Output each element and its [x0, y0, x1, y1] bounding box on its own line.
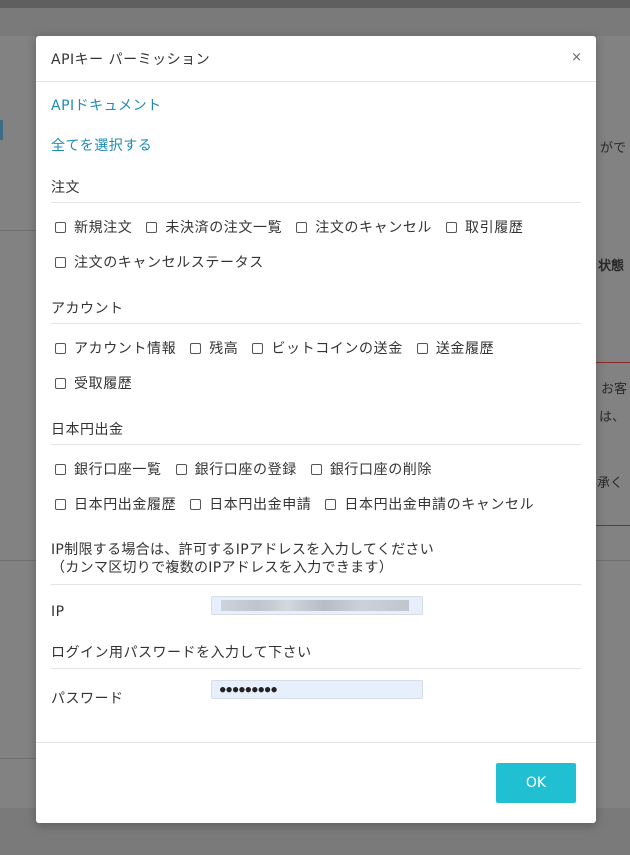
checkbox-label: 注文のキャンセルステータス — [74, 255, 264, 271]
section-divider — [51, 668, 581, 669]
section-divider — [51, 444, 581, 445]
checkbox-send-bitcoin[interactable]: ビットコインの送金 — [252, 338, 402, 358]
checkbox-box[interactable] — [416, 342, 428, 354]
checkbox-new-order[interactable]: 新規注文 — [55, 217, 132, 237]
checkbox-register-bank[interactable]: 銀行口座の登録 — [175, 459, 297, 479]
checkbox-box[interactable] — [55, 377, 66, 389]
background-text: 状態 — [598, 259, 625, 274]
checkbox-label: 取引履歴 — [465, 220, 524, 236]
checkbox-receive-history[interactable]: 受取履歴 — [55, 373, 132, 393]
background-text: は、 — [599, 410, 626, 425]
checkbox-label: 受取履歴 — [74, 376, 133, 392]
background-text: お客 — [601, 382, 628, 397]
checkbox-cancel-order[interactable]: 注文のキャンセル — [296, 217, 432, 237]
checkbox-row: アカウント情報 残高 ビットコインの送金 送金履歴 — [55, 338, 508, 358]
checkbox-label: 注文のキャンセル — [315, 220, 433, 236]
checkbox-label: 日本円出金申請のキャンセル — [344, 497, 535, 513]
checkbox-label: 未決済の注文一覧 — [165, 220, 283, 236]
checkbox-box[interactable] — [310, 463, 322, 475]
ip-label: IP — [51, 604, 65, 620]
checkbox-label: 新規注文 — [74, 220, 133, 236]
close-button[interactable]: × — [571, 50, 582, 66]
section-title-account: アカウント — [51, 301, 124, 317]
modal-header: APIキー パーミッション × — [36, 36, 596, 82]
ip-note-line: IP制限する場合は、許可するIPアドレスを入力してください — [51, 542, 435, 558]
checkbox-withdrawal-history[interactable]: 日本円出金履歴 — [55, 494, 176, 514]
modal-title: APIキー パーミッション — [51, 52, 211, 68]
modal-footer-divider — [36, 742, 596, 743]
checkbox-balance[interactable]: 残高 — [190, 338, 238, 358]
checkbox-row: 日本円出金履歴 日本円出金申請 日本円出金申請のキャンセル — [55, 494, 548, 514]
checkbox-box[interactable] — [55, 342, 66, 354]
background-divider — [0, 758, 36, 759]
checkbox-box[interactable] — [296, 221, 308, 233]
api-permission-modal: APIキー パーミッション × APIドキュメント 全てを選択する 注文 新規注… — [36, 36, 596, 823]
section-divider — [51, 202, 581, 203]
checkbox-box[interactable] — [55, 498, 66, 510]
checkbox-row: 受取履歴 — [55, 373, 146, 393]
checkbox-box[interactable] — [55, 463, 66, 475]
ip-note-line: （カンマ区切りで複数のIPアドレスを入力できます） — [51, 560, 394, 576]
section-divider — [51, 584, 581, 585]
section-title-order: 注文 — [51, 180, 80, 196]
checkbox-row: 銀行口座一覧 銀行口座の登録 銀行口座の削除 — [55, 459, 446, 479]
checkbox-label: 銀行口座一覧 — [74, 462, 162, 478]
checkbox-send-history[interactable]: 送金履歴 — [416, 338, 495, 358]
checkbox-row: 注文のキャンセルステータス — [55, 252, 278, 272]
checkbox-label: 日本円出金申請 — [209, 497, 312, 513]
checkbox-box[interactable] — [325, 498, 337, 510]
checkbox-box[interactable] — [190, 342, 202, 354]
section-divider — [51, 323, 581, 324]
checkbox-box[interactable] — [446, 221, 458, 233]
checkbox-open-orders[interactable]: 未決済の注文一覧 — [146, 217, 282, 237]
checkbox-box[interactable] — [55, 256, 66, 268]
checkbox-label: 日本円出金履歴 — [74, 497, 177, 513]
checkbox-label: 残高 — [209, 341, 239, 357]
select-all-link[interactable]: 全てを選択する — [51, 135, 152, 155]
checkbox-label: 送金履歴 — [435, 341, 495, 357]
checkbox-label: アカウント情報 — [74, 341, 177, 357]
checkbox-label: 銀行口座の削除 — [329, 462, 433, 478]
checkbox-box[interactable] — [55, 221, 66, 233]
background-text: 承く — [597, 476, 624, 491]
checkbox-row: 新規注文 未決済の注文一覧 注文のキャンセル 取引履歴 — [55, 217, 537, 237]
api-document-link[interactable]: APIドキュメント — [51, 95, 162, 115]
background-topbar — [0, 0, 630, 8]
checkbox-box[interactable] — [175, 463, 187, 475]
password-instruction: ログイン用パスワードを入力して下さい — [51, 645, 312, 661]
checkbox-cancel-withdrawal[interactable]: 日本円出金申請のキャンセル — [325, 494, 534, 514]
checkbox-bank-accounts[interactable]: 銀行口座一覧 — [55, 459, 162, 479]
checkbox-label: 銀行口座の登録 — [194, 462, 297, 478]
checkbox-cancel-status[interactable]: 注文のキャンセルステータス — [55, 252, 264, 272]
checkbox-box[interactable] — [252, 342, 264, 354]
ip-restriction-note: IP制限する場合は、許可するIPアドレスを入力してください （カンマ区切りで複数… — [51, 541, 434, 577]
background-left-rule — [0, 120, 3, 140]
password-input[interactable] — [211, 680, 423, 699]
checkbox-withdrawal-request[interactable]: 日本円出金申請 — [190, 494, 311, 514]
ip-input-blurred-value — [221, 600, 409, 611]
checkbox-box[interactable] — [146, 221, 158, 233]
checkbox-trade-history[interactable]: 取引履歴 — [446, 217, 523, 237]
password-label: パスワード — [51, 691, 124, 707]
ok-button[interactable]: OK — [496, 763, 576, 803]
checkbox-label: ビットコインの送金 — [271, 341, 403, 357]
background-text: がで — [600, 141, 627, 156]
background-divider — [0, 230, 36, 231]
checkbox-box[interactable] — [190, 498, 202, 510]
section-title-jpy-withdrawal: 日本円出金 — [51, 422, 124, 438]
checkbox-account-info[interactable]: アカウント情報 — [55, 338, 176, 358]
checkbox-delete-bank[interactable]: 銀行口座の削除 — [310, 459, 433, 479]
